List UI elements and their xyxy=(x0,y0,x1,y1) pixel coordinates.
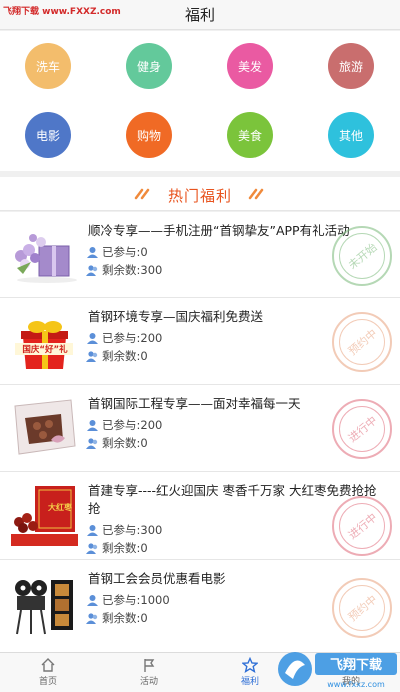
remaining-count: 剩余数:0 xyxy=(102,611,148,625)
user-icon xyxy=(87,246,98,258)
item-joined: 已参与:0 xyxy=(86,244,148,260)
remaining-count: 剩余数:0 xyxy=(102,349,148,363)
section-title: 热门福利 xyxy=(167,187,232,205)
flower-gift-thumbnail xyxy=(11,224,78,286)
joined-count: 已参与:0 xyxy=(102,245,148,259)
remaining-count: 剩余数:300 xyxy=(102,263,163,277)
item-joined: 已参与:200 xyxy=(86,330,162,346)
item-joined: 已参与:300 xyxy=(86,522,162,538)
category-shopping[interactable]: 购物 xyxy=(126,112,172,158)
thumb-caption: 国庆“好”礼 xyxy=(22,345,68,355)
users-icon xyxy=(86,350,98,362)
category-travel[interactable]: 旅游 xyxy=(328,43,374,89)
category-car-wash[interactable]: 洗车 xyxy=(25,43,71,89)
home-icon xyxy=(41,658,55,672)
star-icon xyxy=(242,657,258,673)
flag-icon xyxy=(144,659,155,672)
category-other[interactable]: 其他 xyxy=(328,112,374,158)
category-food[interactable]: 美食 xyxy=(227,112,273,158)
users-icon xyxy=(86,542,98,554)
list-item[interactable]: 国庆“好”礼 首钢环境专享—国庆福利免费送 已参与:200 剩余数:0 预约中 xyxy=(0,298,400,385)
users-icon xyxy=(86,264,98,276)
remaining-count: 剩余数:0 xyxy=(102,436,148,450)
list-item[interactable]: 顺冷专享——手机注册“首钢挚友”APP有礼活动 已参与:0 剩余数:300 未开… xyxy=(0,212,400,298)
joined-count: 已参与:200 xyxy=(102,331,163,345)
user-icon xyxy=(87,524,98,536)
item-remaining: 剩余数:0 xyxy=(86,435,148,451)
tab-welfare[interactable]: 福利 xyxy=(220,653,280,692)
list-item[interactable]: 首钢国际工程专享——面对幸福每一天 已参与:200 剩余数:0 进行中 xyxy=(0,385,400,472)
decor-slash-icon xyxy=(248,188,264,200)
item-remaining: 剩余数:0 xyxy=(86,610,148,626)
joined-count: 已参与:1000 xyxy=(102,593,170,607)
hot-section-header: 热门福利 xyxy=(0,177,400,211)
status-stamp: 进行中 xyxy=(332,399,392,459)
item-joined: 已参与:200 xyxy=(86,417,162,433)
header-bar: 飞翔下载 www.FXXZ.com 福利 xyxy=(0,0,400,30)
status-stamp: 预约中 xyxy=(332,578,392,638)
national-day-gift-thumbnail xyxy=(11,309,78,371)
joined-count: 已参与:200 xyxy=(102,418,163,432)
svg-text:飞翔下载: 飞翔下载 xyxy=(330,657,382,673)
red-dates-thumbnail xyxy=(11,484,78,546)
list-item[interactable]: 大红枣 首建专享----红火迎国庆 枣香千万家 大红枣免费抢抢抢 已参与:300… xyxy=(0,472,400,560)
status-stamp: 未开始 xyxy=(332,226,392,286)
status-stamp: 预约中 xyxy=(332,312,392,372)
list-item[interactable]: 首钢工会会员优惠看电影 已参与:1000 剩余数:0 预约中 xyxy=(0,560,400,652)
user-icon xyxy=(87,419,98,431)
joined-count: 已参与:300 xyxy=(102,523,163,537)
tab-home[interactable]: 首页 xyxy=(18,653,78,692)
watermark-logo: 飞翔下载 www.fxxz.com xyxy=(278,652,397,689)
remaining-count: 剩余数:0 xyxy=(102,541,148,555)
category-grid: 洗车 健身 美发 旅游 电影 购物 美食 其他 xyxy=(0,31,400,171)
svg-text:www.fxxz.com: www.fxxz.com xyxy=(327,680,385,689)
status-stamp: 进行中 xyxy=(332,496,392,556)
item-remaining: 剩余数:300 xyxy=(86,262,162,278)
welfare-list: 顺冷专享——手机注册“首钢挚友”APP有礼活动 已参与:0 剩余数:300 未开… xyxy=(0,212,400,652)
users-icon xyxy=(86,612,98,624)
chocolate-box-thumbnail xyxy=(11,396,78,458)
user-icon xyxy=(87,594,98,606)
tab-activity[interactable]: 活动 xyxy=(119,653,179,692)
page-title: 福利 xyxy=(184,6,215,24)
user-icon xyxy=(87,332,98,344)
category-fitness[interactable]: 健身 xyxy=(126,43,172,89)
item-remaining: 剩余数:0 xyxy=(86,348,148,364)
film-projector-thumbnail xyxy=(11,574,78,636)
users-icon xyxy=(86,437,98,449)
category-movie[interactable]: 电影 xyxy=(25,112,71,158)
category-hair[interactable]: 美发 xyxy=(227,43,273,89)
item-remaining: 剩余数:0 xyxy=(86,540,148,556)
item-joined: 已参与:1000 xyxy=(86,592,170,608)
thumb-caption: 大红枣 xyxy=(48,503,72,512)
